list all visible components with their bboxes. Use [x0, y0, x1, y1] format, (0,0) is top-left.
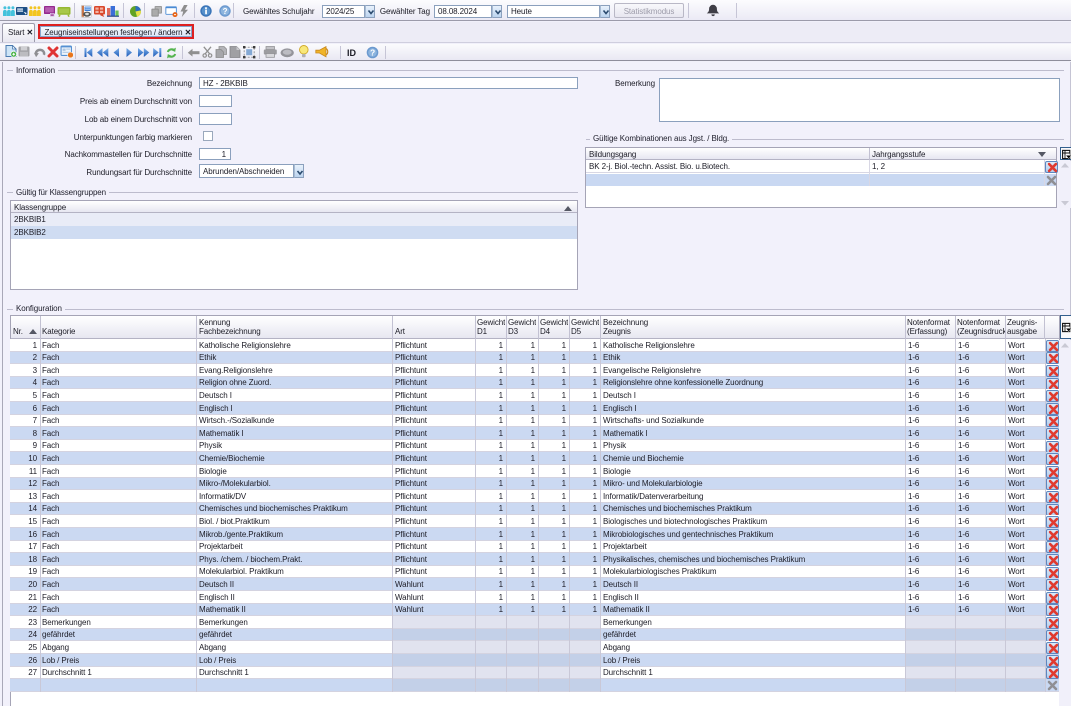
svg-text:?: ? — [222, 7, 227, 16]
svg-text:?: ? — [369, 47, 374, 57]
